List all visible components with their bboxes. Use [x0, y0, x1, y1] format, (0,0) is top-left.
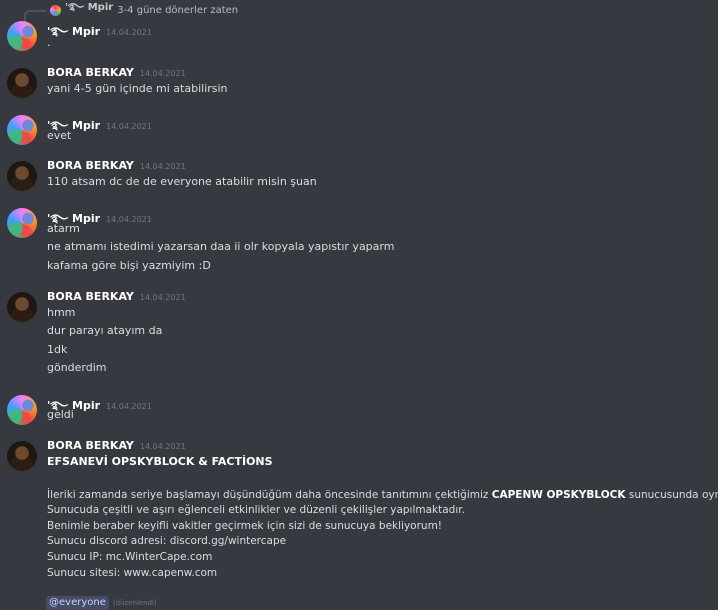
- avatar[interactable]: [7, 292, 37, 322]
- reply-preview[interactable]: '࿐ Mpir 3-4 güne dönerler zaten: [24, 2, 238, 22]
- message-header: BORA BERKAY 14.04.2021: [47, 66, 186, 82]
- avatar[interactable]: [7, 208, 37, 238]
- mention-line: @everyone (düzenlendi): [46, 595, 157, 610]
- announcement-line: Sunucu IP: mc.WinterCape.com: [47, 551, 213, 563]
- server-name: CAPENW OPSKYBLOCK: [491, 489, 626, 501]
- announcement-line: Sunucu discord adresi: discord.gg/winter…: [47, 535, 287, 547]
- author-name[interactable]: BORA BERKAY: [47, 290, 134, 303]
- author-name[interactable]: BORA BERKAY: [47, 66, 134, 79]
- announcement-line: Sunucu sitesi: www.capenw.com: [47, 567, 218, 579]
- announcement-text: İleriki zamanda seriye başlamayı düşündü…: [47, 489, 489, 501]
- message-header: '࿐ Mpir 14.04.2021: [47, 19, 152, 38]
- reply-text: 3-4 güne dönerler zaten: [117, 4, 239, 16]
- avatar[interactable]: [7, 161, 37, 191]
- timestamp: 14.04.2021: [106, 215, 152, 224]
- announcement-line: Sunucuda çeşitli ve aşırı eğlenceli etki…: [47, 504, 465, 516]
- message-header: BORA BERKAY 14.04.2021: [47, 439, 186, 455]
- message-text: atarm: [47, 222, 80, 235]
- everyone-mention[interactable]: @everyone: [46, 595, 109, 610]
- message-text: evet: [47, 129, 72, 142]
- message-header: '࿐ Mpir 14.04.2021: [47, 206, 152, 225]
- timestamp: 14.04.2021: [139, 162, 186, 171]
- chat-messages-area: '࿐ Mpir 3-4 güne dönerler zaten '࿐ Mpir …: [0, 0, 718, 610]
- timestamp: 14.04.2021: [139, 69, 186, 78]
- message-text: yani 4-5 gün içinde mi atabilirsin: [47, 82, 228, 95]
- avatar[interactable]: [7, 68, 37, 98]
- message-header: '࿐ Mpir 14.04.2021: [47, 113, 152, 132]
- avatar[interactable]: [7, 115, 37, 145]
- message-text: 110 atsam dc de de everyone atabilir mis…: [47, 175, 317, 188]
- message-text: 1dk: [47, 343, 68, 356]
- announcement-title: EFSANEVİ OPSKYBLOCK & FACTİONS: [47, 455, 273, 468]
- avatar[interactable]: [7, 395, 37, 425]
- message-text: hmm: [47, 306, 76, 319]
- reply-avatar: [50, 4, 61, 16]
- author-name[interactable]: '࿐ Mpir: [47, 19, 100, 50]
- message-header: BORA BERKAY 14.04.2021: [47, 159, 186, 175]
- timestamp: 14.04.2021: [106, 28, 152, 37]
- message-text: ne atmamı istedimi yazarsan daa ii olr k…: [47, 240, 395, 253]
- message-text: gönderdim: [47, 361, 107, 374]
- message-text: geldi: [47, 408, 74, 421]
- author-name[interactable]: BORA BERKAY: [47, 439, 134, 452]
- timestamp: 14.04.2021: [106, 122, 152, 131]
- message-text: dur parayı atayım da: [47, 324, 163, 337]
- timestamp: 14.04.2021: [106, 402, 152, 411]
- message-text: .: [47, 36, 51, 49]
- timestamp: 14.04.2021: [139, 442, 186, 451]
- avatar[interactable]: [7, 441, 37, 471]
- announcement-text: sunucusunda oynayacağız.: [628, 489, 718, 501]
- announcement-line: Benimle beraber keyifli vakitler geçirme…: [47, 520, 443, 532]
- timestamp: 14.04.2021: [139, 293, 186, 302]
- message-text: kafama göre bişi yazmiyim :D: [47, 259, 211, 272]
- reply-spine: [24, 10, 46, 22]
- message-header: BORA BERKAY 14.04.2021: [47, 290, 186, 306]
- author-name[interactable]: BORA BERKAY: [47, 159, 134, 172]
- announcement-line: İleriki zamanda seriye başlamayı düşündü…: [47, 487, 718, 503]
- edited-label: (düzenlendi): [112, 598, 157, 607]
- avatar[interactable]: [7, 21, 37, 51]
